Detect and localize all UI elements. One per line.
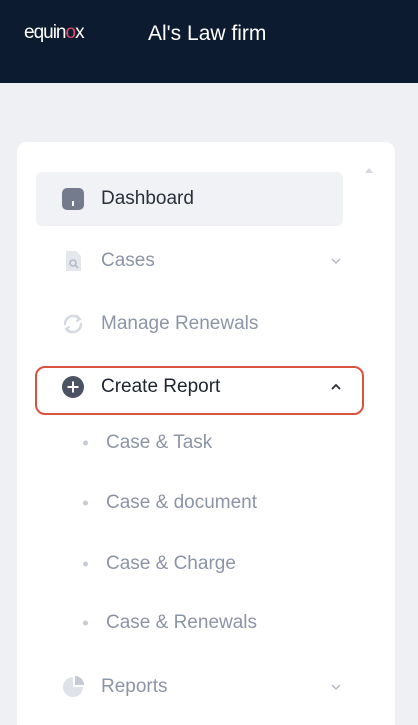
chevron-down-icon[interactable] <box>328 679 344 695</box>
sidebar-item-label: Create Report <box>101 376 221 397</box>
cases-icon <box>61 249 85 273</box>
sidebar-item-label: Manage Renewals <box>101 313 259 334</box>
sidebar-item-reports[interactable]: Reports <box>36 660 343 714</box>
firm-name: Al's Law firm <box>148 22 267 45</box>
submenu-item-case-renewals[interactable]: Case & Renewals <box>36 601 343 645</box>
submenu-item-case-task[interactable]: Case & Task <box>36 421 343 465</box>
sidebar-item-label: Cases <box>101 250 155 271</box>
submenu-item-case-document[interactable]: Case & document <box>36 481 343 525</box>
plus-circle-icon <box>61 375 85 399</box>
submenu-item-label: Case & Task <box>106 432 213 453</box>
submenu-item-case-charge[interactable]: Case & Charge <box>36 542 343 586</box>
submenu-item-label: Case & document <box>106 492 258 513</box>
sidebar-item-dashboard[interactable]: Dashboard <box>36 172 343 226</box>
sidebar-item-cases[interactable]: Cases <box>36 234 343 288</box>
sidebar-item-manage-renewals[interactable]: Manage Renewals <box>36 297 343 351</box>
refresh-icon <box>61 312 85 336</box>
scroll-up-arrow[interactable] <box>365 168 373 173</box>
dashboard-icon <box>61 187 85 211</box>
chevron-down-icon[interactable] <box>328 253 344 269</box>
top-bar: equinox Al's Law firm <box>0 0 418 83</box>
sidebar-item-label: Dashboard <box>101 188 194 209</box>
bullet-icon <box>83 500 88 506</box>
equinox-logo[interactable]: equinox <box>24 22 85 44</box>
submenu-item-label: Case & Charge <box>106 553 236 574</box>
sidebar-item-label: Reports <box>101 676 168 697</box>
chevron-up-icon[interactable] <box>328 379 344 395</box>
bullet-icon <box>83 561 88 567</box>
sidebar-item-create-report[interactable]: Create Report <box>36 360 343 414</box>
bullet-icon <box>83 620 88 626</box>
bullet-icon <box>83 440 88 446</box>
submenu-item-label: Case & Renewals <box>106 612 258 633</box>
pie-chart-icon <box>61 675 85 699</box>
